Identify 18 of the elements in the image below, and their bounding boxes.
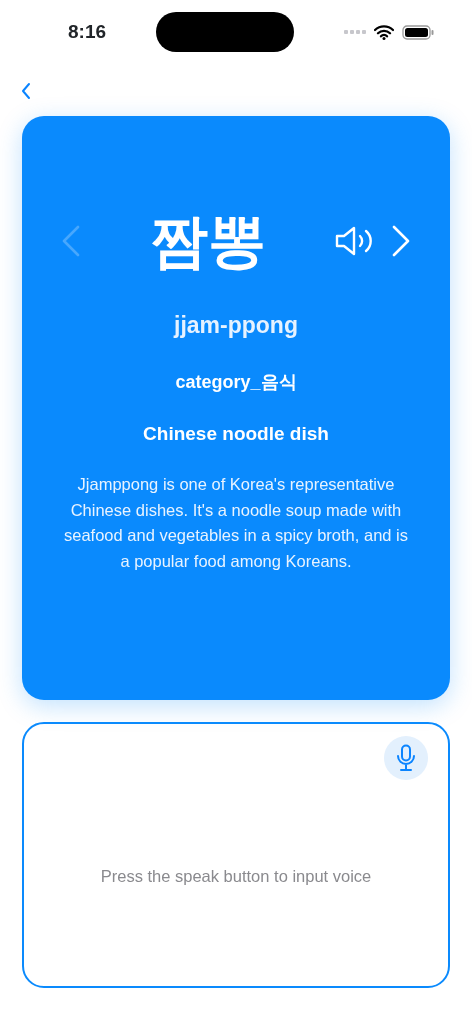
signal-icon — [344, 30, 366, 34]
back-icon — [20, 81, 32, 100]
meaning: Chinese noodle dish — [143, 421, 329, 446]
speaker-button[interactable] — [334, 224, 374, 258]
battery-icon — [402, 24, 434, 40]
next-button[interactable] — [390, 224, 412, 258]
chevron-right-icon — [390, 224, 412, 258]
category-label: category_음식 — [175, 370, 297, 394]
microphone-button[interactable] — [384, 736, 428, 780]
description: Jjamppong is one of Korea's representative Chinese dishes. It's a noodle soup made with seafood and vegetables in a spicy broth, and is a popular food among Koreans. — [63, 474, 409, 572]
speaker-icon — [334, 224, 374, 258]
korean-word: 짬뽕 — [150, 212, 267, 270]
romanization: jjam-ppong — [174, 311, 298, 340]
status-time: 8:16 — [68, 19, 107, 44]
chevron-left-icon — [60, 224, 82, 258]
microphone-icon — [396, 744, 416, 772]
wifi-icon — [374, 24, 394, 40]
voice-hint: Press the speak button to input voice — [100, 867, 372, 885]
